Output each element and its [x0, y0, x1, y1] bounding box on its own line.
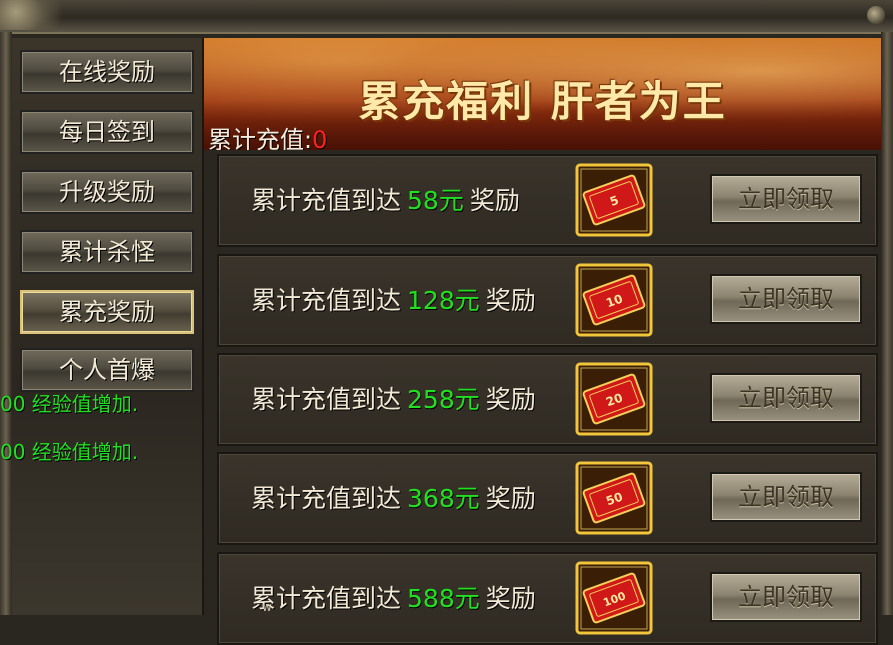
reward-row: 累计充值到达 368元 奖励 50 立即领取: [217, 452, 878, 545]
reward-amount: 128元: [407, 286, 480, 315]
reward-suffix: 奖励: [485, 584, 536, 613]
reward-amount: 258元: [407, 385, 480, 414]
reward-prefix: 累计充值到达: [251, 584, 402, 613]
claim-button[interactable]: 立即领取: [710, 373, 862, 423]
reward-amount: 368元: [407, 484, 480, 513]
reward-row: 累计充值到达 258元 奖励 20 立即领取: [217, 353, 878, 446]
total-recharge-value: 0: [312, 126, 328, 150]
reward-row: 累计充值到达 588元 奖励 100 立即领取: [217, 552, 878, 645]
sidebar-item-first-drop[interactable]: 个人首爆: [20, 348, 194, 392]
reward-condition: 累计充值到达 258元 奖励: [251, 355, 536, 444]
sidebar-item-recharge-reward[interactable]: 累充奖励: [20, 290, 194, 334]
claim-button[interactable]: 立即领取: [710, 472, 862, 522]
reward-condition: 累计充值到达 368元 奖励: [251, 454, 536, 543]
reward-condition: 累计充值到达 128元 奖励: [251, 256, 536, 345]
banner: 累充福利 肝者为王 累计充值:0: [204, 38, 881, 150]
reward-panel: 累充福利 肝者为王 累计充值:0 累计充值到达 58元 奖励 5 立即领取 累计充值…: [204, 38, 881, 645]
reward-prefix: 累计充值到达: [251, 385, 402, 414]
reward-row: 累计充值到达 128元 奖励 10 立即领取: [217, 254, 878, 347]
reward-prefix: 累计充值到达: [251, 484, 402, 513]
chat-message: 00 经验值增加.: [0, 440, 139, 464]
red-ticket-icon[interactable]: 5: [575, 163, 653, 237]
sidebar: 在线奖励 每日签到 升级奖励 累计杀怪 累充奖励 个人首爆: [12, 38, 204, 615]
reward-prefix: 累计充值到达: [251, 286, 402, 315]
reward-row: 累计充值到达 58元 奖励 5 立即领取: [217, 154, 878, 247]
total-recharge-label: 累计充值:: [208, 126, 313, 150]
sidebar-item-online-reward[interactable]: 在线奖励: [20, 50, 194, 94]
red-ticket-icon[interactable]: 100: [575, 561, 653, 635]
total-recharge: 累计充值:0: [208, 120, 327, 150]
sidebar-item-level-reward[interactable]: 升级奖励: [20, 170, 194, 214]
reward-amount: 58元: [407, 186, 464, 215]
reward-suffix: 奖励: [469, 186, 520, 215]
ornament-corner-icon: [0, 0, 80, 30]
red-ticket-icon[interactable]: 10: [575, 263, 653, 337]
sidebar-item-kill-count[interactable]: 累计杀怪: [20, 230, 194, 274]
red-ticket-icon[interactable]: 50: [575, 461, 653, 535]
reward-suffix: 奖励: [485, 286, 536, 315]
window-left-frame: [0, 32, 12, 615]
frame-stud-icon: [867, 6, 885, 24]
reward-suffix: 奖励: [485, 484, 536, 513]
claim-button[interactable]: 立即领取: [710, 274, 862, 324]
chat-message: 00 经验值增加.: [0, 392, 139, 416]
reward-condition: 累计充值到达 588元 奖励: [251, 554, 536, 643]
claim-button[interactable]: 立即领取: [710, 174, 862, 224]
footer-mark: w: [262, 600, 272, 614]
reward-prefix: 累计充值到达: [251, 186, 402, 215]
sidebar-item-daily-checkin[interactable]: 每日签到: [20, 110, 194, 154]
window-top-frame: [0, 0, 893, 34]
window-right-frame: [881, 32, 893, 615]
reward-condition: 累计充值到达 58元 奖励: [251, 156, 520, 245]
reward-amount: 588元: [407, 584, 480, 613]
red-ticket-icon[interactable]: 20: [575, 362, 653, 436]
reward-suffix: 奖励: [485, 385, 536, 414]
